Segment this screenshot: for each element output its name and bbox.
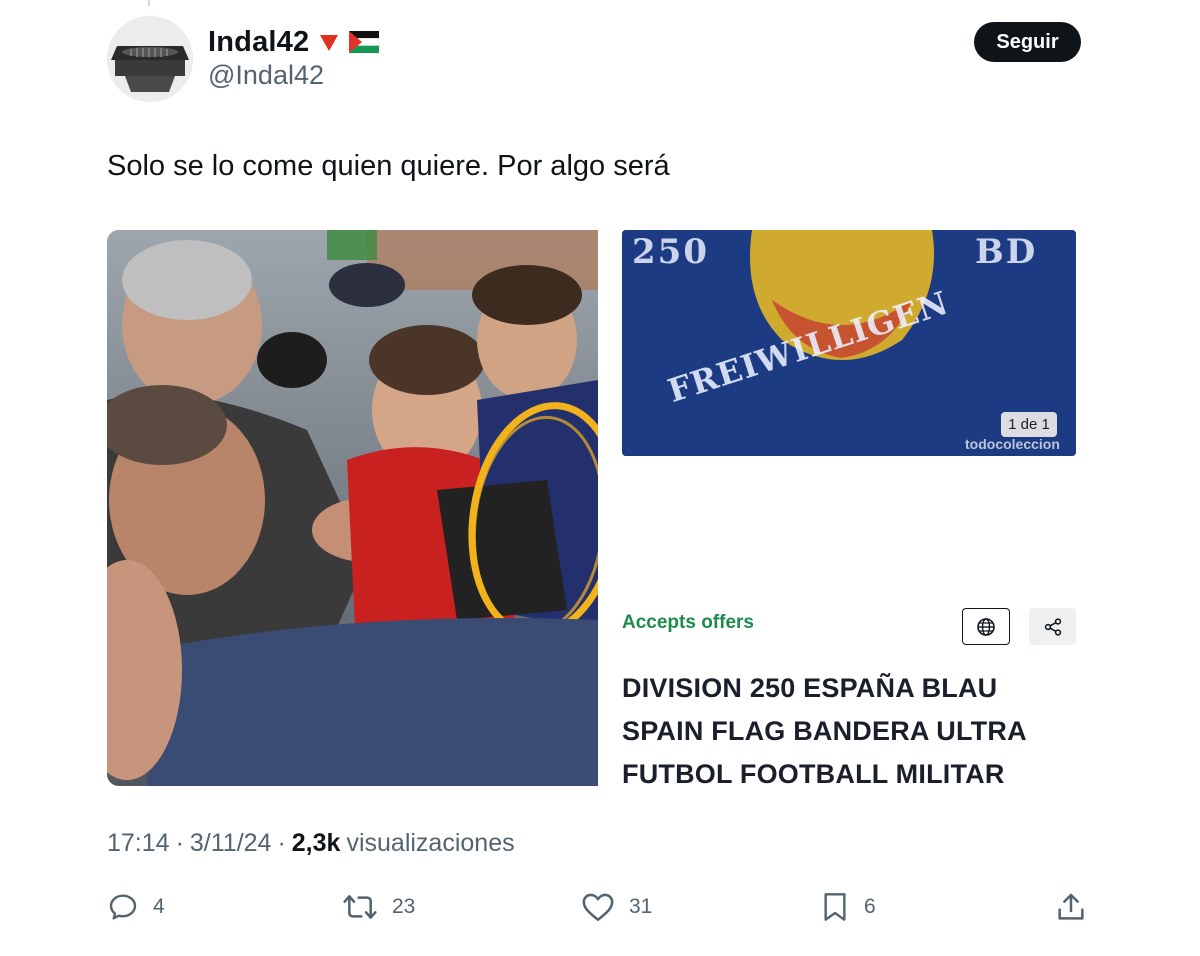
upload-share-icon — [1058, 893, 1084, 920]
watermark-text: todocoleccion — [965, 436, 1060, 452]
views-label: visualizaciones — [346, 829, 515, 857]
globe-button[interactable] — [962, 608, 1010, 645]
tweet-text: Solo se lo come quien quiere. Por algo s… — [107, 150, 670, 182]
tweet-meta: 17:14 · 3/11/24 · 2,3k visualizaciones — [107, 829, 515, 858]
avatar[interactable] — [107, 16, 193, 102]
accepts-offers-label: Accepts offers — [622, 612, 754, 633]
reply-count: 4 — [153, 895, 165, 918]
repost-count: 23 — [392, 895, 416, 918]
reply-icon — [109, 894, 137, 920]
user-handle[interactable]: @Indal42 — [208, 60, 324, 91]
banner-text-bd: BD — [975, 232, 1038, 272]
banner-text-250: 250 — [632, 232, 709, 272]
share-icon — [1044, 617, 1061, 636]
like-button[interactable]: 31 — [581, 888, 652, 926]
crowd-photo — [107, 230, 598, 786]
repost-button[interactable]: 23 — [342, 888, 415, 926]
tweet-time[interactable]: 17:14 — [107, 829, 170, 858]
bookmark-count: 6 — [864, 895, 876, 918]
user-name-row: Indal42 — [208, 24, 380, 60]
share-button[interactable] — [1029, 608, 1076, 645]
globe-icon — [977, 617, 995, 636]
bookmark-button[interactable]: 6 — [820, 888, 876, 926]
share-tweet-button[interactable] — [1055, 888, 1087, 926]
product-title[interactable]: DIVISION 250 ESPAÑA BLAU SPAIN FLAG BAND… — [622, 667, 1062, 796]
like-count: 31 — [629, 895, 653, 918]
drain-grate-avatar-image — [107, 16, 193, 102]
meta-separator: · — [175, 829, 184, 857]
tweet-photo-left[interactable] — [107, 230, 598, 786]
display-name[interactable]: Indal42 — [208, 26, 309, 59]
thread-connector-line — [148, 0, 150, 6]
follow-button[interactable]: Seguir — [974, 22, 1081, 62]
meta-separator: · — [277, 829, 286, 857]
down-red-triangle-icon — [320, 35, 339, 51]
image-counter-badge: 1 de 1 — [1001, 412, 1057, 437]
repost-icon — [343, 895, 377, 919]
reply-button[interactable]: 4 — [107, 888, 165, 926]
views-count: 2,3k — [291, 829, 341, 857]
tweet-date[interactable]: 3/11/24 — [190, 829, 272, 858]
heart-icon — [582, 893, 614, 922]
palestine-flag-icon — [349, 31, 380, 53]
bookmark-icon — [824, 893, 846, 921]
